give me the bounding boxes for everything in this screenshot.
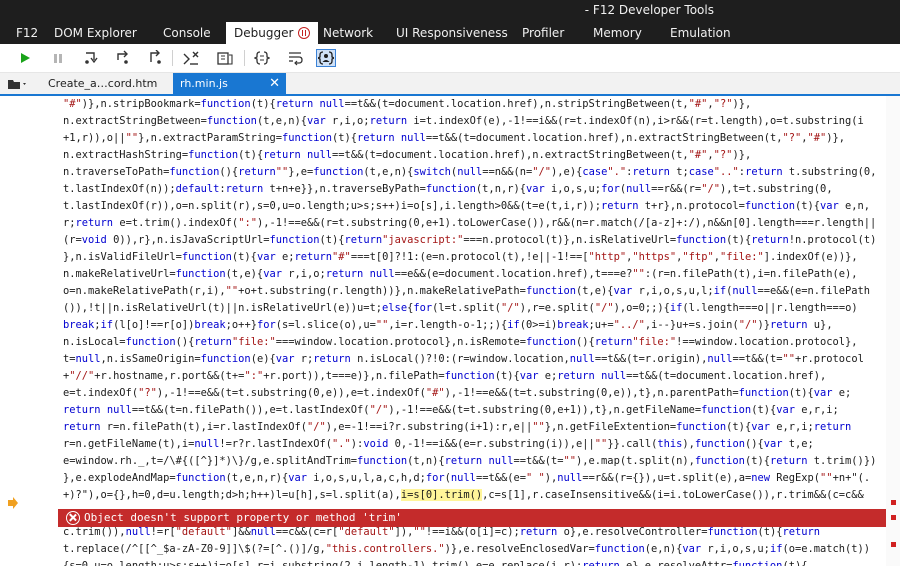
code-line: e=window.rh._,t=/\#{([^}]*)\}/g,e.splitA… <box>63 455 877 467</box>
code-line: n.isLocal=function(){return"file:"===win… <box>63 336 858 348</box>
word-wrap-icon <box>289 52 303 66</box>
tab-debugger[interactable]: Debugger <box>226 22 319 44</box>
continue-button[interactable] <box>15 49 35 67</box>
word-wrap-button[interactable] <box>285 49 305 67</box>
break-on-new-worker-icon <box>183 51 199 65</box>
break-all-button[interactable] <box>48 49 68 67</box>
file-tab-bar: Create_a…cord.htm rh.min.js ✕ <box>0 73 900 96</box>
close-icon[interactable]: ✕ <box>269 73 280 94</box>
debugger-toolbar <box>0 44 900 73</box>
code-line: ()),!t||n.isRelativeUrl(t)||n.isRelative… <box>63 302 858 314</box>
toolbar-separator <box>244 50 245 66</box>
step-into-button[interactable] <box>81 49 101 67</box>
code-line: n.traverseToPath=function(){return""},e=… <box>63 166 877 178</box>
code-line: e=t.indexOf("?"),-1!==e&&(t=t.substring(… <box>63 387 852 399</box>
open-documents-button[interactable] <box>6 73 28 94</box>
code-line: },e.explodeAndMap=function(t,e,n,r){var … <box>63 472 871 484</box>
code-line: return null==t&&(t=n.filePath()),e=t.las… <box>63 404 839 416</box>
code-line: r=n.getFileName(t),i=null!=r?r.lastIndex… <box>63 438 814 450</box>
toolbar-separator <box>172 50 173 66</box>
window-title: - F12 Developer Tools <box>584 3 714 17</box>
tab-dom-explorer[interactable]: DOM Explorer <box>54 22 137 44</box>
tool-tab-bar: F12 DOM Explorer Console Debugger Networ… <box>0 22 900 44</box>
folder-icon <box>8 80 26 89</box>
code-line: {s=0,u=o.length;u>s;s++)i=o[s],r=i.subst… <box>63 560 808 566</box>
tab-ui-responsiveness[interactable]: UI Responsiveness <box>396 22 508 44</box>
current-statement-highlight: i=s[0].trim() <box>400 489 483 501</box>
break-all-icon <box>54 54 62 63</box>
code-line: t=null,n.isSameOrigin=function(e){var r;… <box>63 353 864 365</box>
break-on-new-worker-button[interactable] <box>181 49 201 67</box>
just-my-code-icon <box>318 51 334 65</box>
error-marker <box>891 542 896 547</box>
paused-icon <box>298 26 311 39</box>
tab-profiler[interactable]: Profiler <box>522 22 564 44</box>
step-out-button[interactable] <box>145 49 165 67</box>
tab-memory[interactable]: Memory <box>593 22 642 44</box>
step-into-icon <box>85 52 98 64</box>
code-line: break;if(l[o]!==r[o])break;o++}for(s=l.s… <box>63 319 833 331</box>
tab-f12[interactable]: F12 <box>16 22 38 44</box>
file-tab-rh-min-js[interactable]: rh.min.js ✕ <box>173 73 286 94</box>
file-tab-create-record[interactable]: Create_a…cord.htm <box>48 73 176 94</box>
code-line: t.lastIndexOf(n));default:return t+n+e}}… <box>63 183 833 195</box>
line-gutter[interactable] <box>0 96 57 566</box>
tab-console[interactable]: Console <box>163 22 211 44</box>
exception-behavior-icon <box>217 52 233 65</box>
tab-network[interactable]: Network <box>323 22 373 44</box>
code-line: n.extractStringBetween=function(t,e,n){v… <box>63 115 864 127</box>
pretty-print-icon <box>254 51 270 65</box>
step-over-icon <box>117 50 128 64</box>
code-line: o=n.makeRelativePath(r,i),""+o+t.substri… <box>63 285 871 297</box>
code-editor[interactable]: "#")},n.stripBookmark=function(t){return… <box>0 96 900 566</box>
code-line: n.makeRelativeUrl=function(t,e){var r,i,… <box>63 268 858 280</box>
continue-icon <box>21 53 30 63</box>
code-line: r;return e=t.trim().indexOf(":"),-1!==e&… <box>63 217 877 229</box>
tab-emulation[interactable]: Emulation <box>670 22 731 44</box>
file-tab-label: rh.min.js <box>180 77 228 90</box>
code-line: +)?"),o={},h=0,d=u.length;d>h;h++)l=u[h]… <box>63 489 864 501</box>
code-line: +"//"+r.hostname,r.port&&(t+=":"+r.port)… <box>63 370 827 382</box>
code-line: t.lastIndexOf(r)),o=n.split(r),s=0,u=o.l… <box>63 200 871 212</box>
exception-behavior-button[interactable] <box>215 49 235 67</box>
error-marker <box>891 515 896 520</box>
scrollbar[interactable] <box>886 96 900 566</box>
code-line: },n.isValidFileUrl=function(t){var e;ret… <box>63 251 858 263</box>
step-over-button[interactable] <box>113 49 133 67</box>
exception-message: Object doesn't support property or metho… <box>84 511 402 524</box>
code-line: +1,r)),o||""},n.extractParamString=funct… <box>63 132 846 144</box>
pretty-print-button[interactable] <box>252 49 272 67</box>
code-line: (r=void 0)),r},n.isJavaScriptUrl=functio… <box>63 234 877 246</box>
code-line: t.replace(/^[[^_$a-zA-Z0-9]]\$(?=[^.()]/… <box>63 543 871 555</box>
error-marker <box>891 500 896 505</box>
error-icon <box>66 511 80 525</box>
just-my-code-button[interactable] <box>316 49 336 67</box>
code-line: n.extractHashString=function(t){return n… <box>63 149 752 161</box>
exception-banner: Object doesn't support property or metho… <box>58 509 900 527</box>
title-bar: - F12 Developer Tools <box>0 0 900 22</box>
step-out-icon <box>150 50 161 64</box>
current-statement-arrow-icon <box>8 497 18 509</box>
code-line: return r=n.filePath(t),i=r.lastIndexOf("… <box>63 421 852 433</box>
tab-debugger-label: Debugger <box>234 26 294 40</box>
code-line: "#")},n.stripBookmark=function(t){return… <box>63 98 752 110</box>
